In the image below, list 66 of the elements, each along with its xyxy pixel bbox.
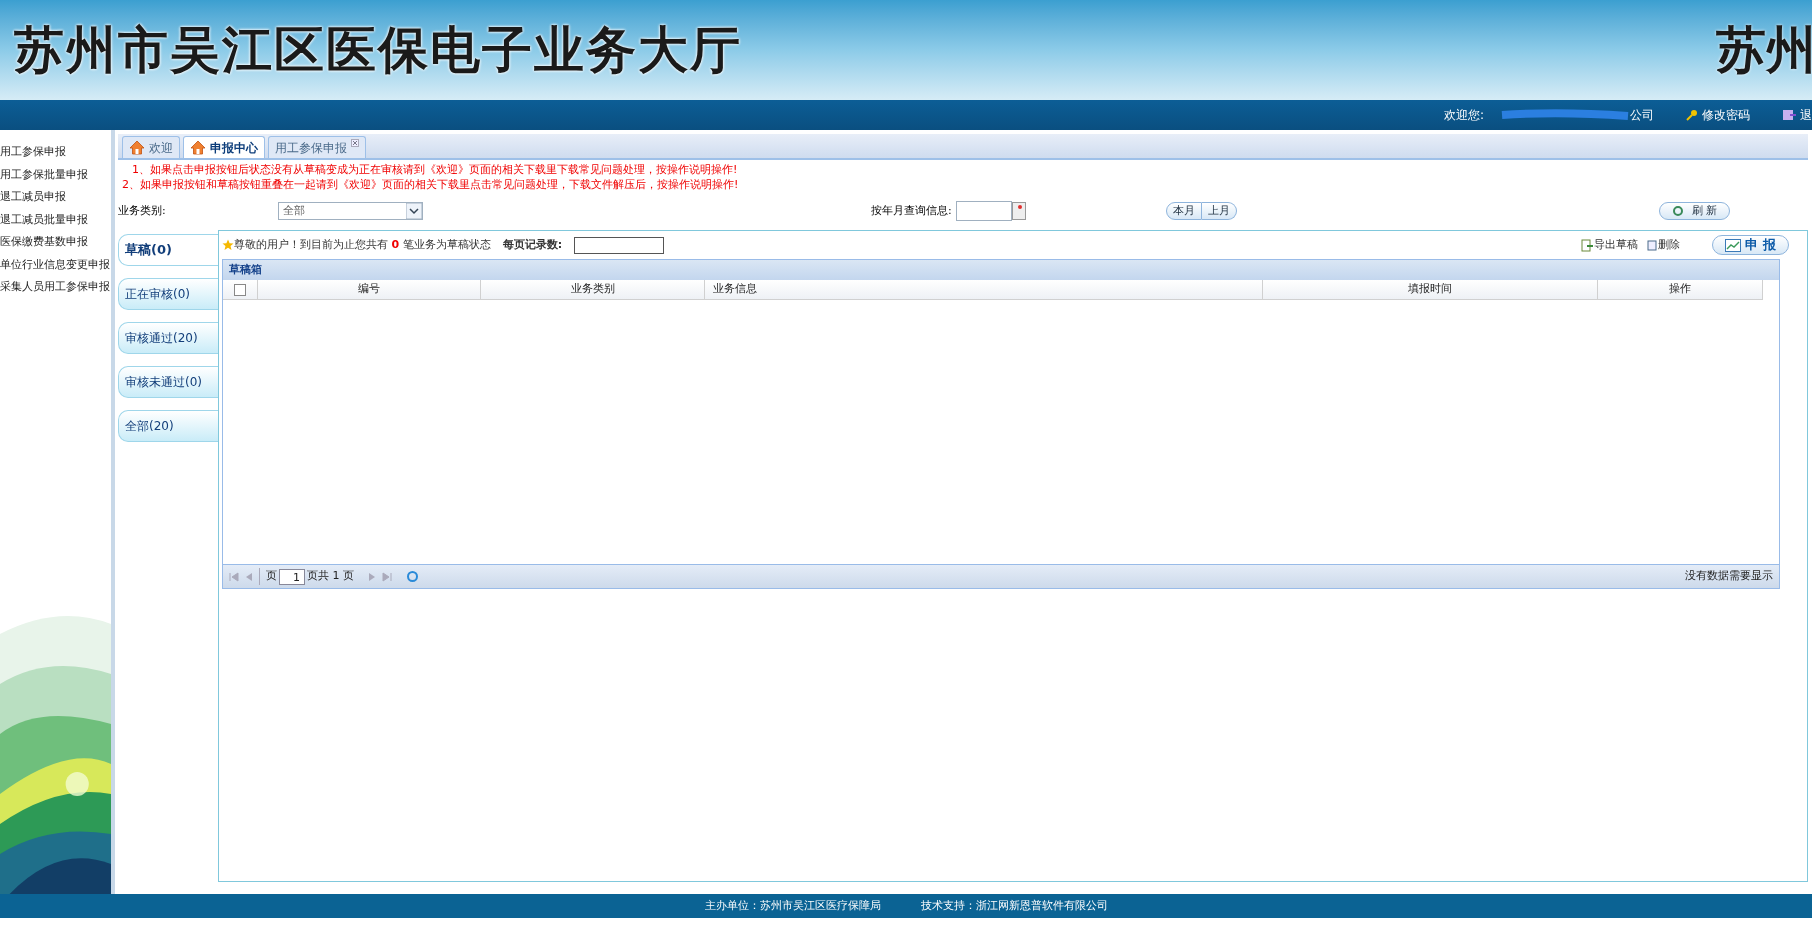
tab[interactable]: 欢迎 [122, 136, 180, 158]
month-label: 按年月查询信息: [871, 202, 952, 219]
site-title: 苏州市吴江区医保电子业务大厅 [14, 19, 742, 81]
company-name: 公司 [1630, 107, 1654, 124]
page-number-field[interactable]: 1 [279, 568, 305, 585]
status-tab[interactable]: 草稿(0) [118, 234, 218, 266]
month-button[interactable]: 本月 [1165, 202, 1202, 220]
site-title: 苏州 [1716, 19, 1812, 81]
dropdown-icon [406, 203, 422, 219]
status-tab[interactable]: 审核未通过(0) [118, 366, 218, 398]
category-select[interactable]: 全部 [278, 202, 423, 220]
refresh-button[interactable]: 刷 新 [1658, 202, 1730, 220]
page-label: 页 [259, 568, 277, 585]
column-header[interactable]: 填报时间 [1263, 280, 1598, 299]
delete-icon [1646, 239, 1659, 251]
chart-icon [1725, 238, 1742, 252]
table-title: 草稿箱 [229, 261, 262, 278]
next-page-icon[interactable] [368, 571, 376, 582]
column-header[interactable]: 业务类别 [481, 280, 705, 299]
change-password-link[interactable]: 修改密码 [1686, 106, 1750, 124]
notice-text: 2、如果申报按钮和草稿按钮重叠在一起请到《欢迎》页面的相关下载里点击常见问题处理，下载文件解压后，按操作说明操作! [122, 177, 740, 192]
first-page-icon[interactable] [229, 571, 239, 582]
sidebar-item[interactable]: 退工减员申报 [0, 189, 111, 212]
previous-page-icon[interactable] [245, 571, 253, 582]
submit-button[interactable]: 申 报 [1712, 235, 1789, 255]
export-icon [1581, 238, 1595, 252]
support-text: 技术支持：浙江网新恩普软件有限公司 [920, 897, 1108, 914]
sidebar-item[interactable]: 用工参保批量申报 [0, 166, 111, 189]
sidebar-item[interactable]: 单位行业信息变更申报 [0, 256, 111, 279]
welcome-text: 欢迎您: [1443, 107, 1484, 124]
column-header[interactable]: 业务信息 [705, 280, 1263, 299]
column-header[interactable]: 编号 [258, 280, 481, 299]
status-tab[interactable]: 审核通过(20) [118, 322, 218, 354]
sidebar-item[interactable]: 医保缴费基数申报 [0, 234, 111, 257]
host-text: 主办单位：苏州市吴江区医疗保障局 [704, 897, 881, 914]
month-field[interactable] [955, 201, 1012, 221]
refresh-icon [1671, 205, 1684, 217]
last-page-icon[interactable] [382, 571, 392, 582]
close-icon[interactable] [351, 139, 359, 147]
sidebar-item[interactable]: 用工参保申报 [0, 144, 111, 167]
logout-link[interactable]: 退 [1782, 106, 1812, 124]
page-size-label: 每页记录数: [502, 236, 563, 253]
notice-text: 1、如果点击申报按钮后状态没有从草稿变成为正在审核请到《欢迎》页面的相关下载里下载常见问题处理，按操作说明操作! [131, 162, 739, 177]
home-icon [190, 140, 206, 155]
draft-count-message: 尊敬的用户！到目前为止您共有 0 笔业务为草稿状态 [234, 236, 491, 253]
delete-button[interactable]: 删除 [1646, 236, 1681, 254]
select-all-checkbox[interactable] [234, 283, 246, 296]
sidebar-item[interactable]: 采集人员用工参保申报 [0, 279, 111, 302]
calendar-icon[interactable] [1011, 202, 1026, 220]
home-icon [129, 140, 145, 155]
page-size-field[interactable] [574, 236, 665, 254]
status-tab[interactable]: 全部(20) [118, 410, 218, 442]
key-icon [1686, 109, 1698, 121]
status-tab[interactable]: 正在审核(0) [118, 278, 218, 310]
page-total: 页共 1 页 [307, 568, 354, 585]
sidebar-item[interactable]: 退工减员批量申报 [0, 211, 111, 234]
tab[interactable]: 申报中心 [183, 136, 265, 158]
door-icon [1782, 109, 1796, 121]
tab[interactable]: 用工参保申报 [268, 136, 366, 158]
category-label: 业务类别: [118, 202, 167, 219]
month-button[interactable]: 上月 [1201, 202, 1237, 220]
star-icon [222, 239, 234, 251]
empty-message: 没有数据需要显示 [1685, 568, 1773, 585]
refresh-icon[interactable] [406, 570, 419, 583]
export-draft-button[interactable]: 导出草稿 [1581, 236, 1639, 254]
column-header[interactable]: 操作 [1598, 280, 1763, 299]
